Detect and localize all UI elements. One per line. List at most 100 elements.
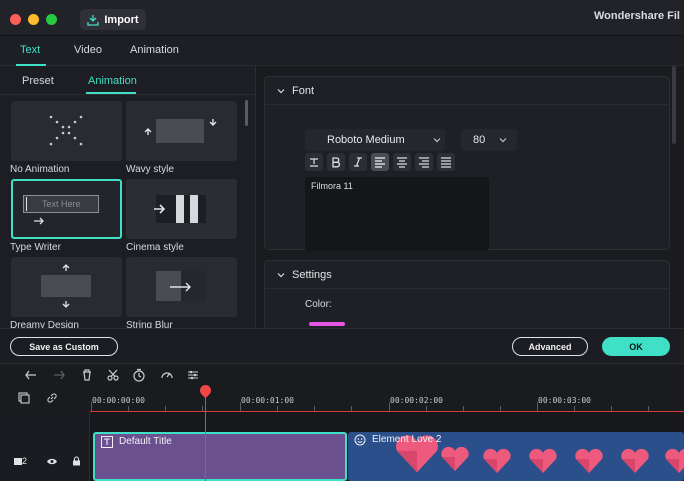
font-family-dropdown[interactable]: Roboto Medium: [305, 129, 445, 151]
element-clip-icon: [354, 434, 366, 446]
settings-section-header[interactable]: Settings: [265, 261, 669, 289]
tab-video[interactable]: Video: [74, 44, 102, 56]
preset-cinema-style[interactable]: [126, 179, 237, 239]
redo-icon[interactable]: [52, 368, 66, 382]
track-video-icon: [14, 458, 22, 465]
timeline-tracks: 2 Default Title Element Love 2: [0, 412, 684, 481]
properties-scrollbar[interactable]: [672, 66, 676, 144]
timeline-ruler[interactable]: 00:00:00:00 00:00:01:00 00:00:02:00 00:0…: [0, 386, 684, 412]
chevron-down-icon: [499, 138, 507, 143]
title-bar: Import Wondershare Fil: [0, 0, 684, 36]
heart-icon: [665, 448, 684, 473]
text-style-button[interactable]: [305, 153, 323, 171]
align-left-icon: [375, 157, 385, 168]
timecode: 00:00:03:00: [538, 396, 591, 405]
section-title: Font: [292, 85, 315, 97]
preset-label: String Blur: [126, 320, 173, 328]
font-size-dropdown[interactable]: 80: [461, 129, 517, 151]
text-content: Filmora 11: [311, 181, 353, 191]
import-icon: [87, 14, 100, 26]
heart-icon: [621, 448, 649, 473]
preset-dreamy-design[interactable]: [11, 257, 122, 317]
undo-icon[interactable]: [24, 368, 38, 382]
text-style-icon: [310, 158, 318, 167]
minimize-window-button[interactable]: [28, 14, 39, 25]
preset-label: Wavy style: [126, 164, 174, 175]
preset-label: No Animation: [10, 164, 70, 175]
scissors-icon[interactable]: [106, 368, 120, 382]
preview-text: Text Here: [42, 199, 81, 209]
timecode: 00:00:01:00: [241, 396, 294, 405]
save-as-custom-button[interactable]: Save as Custom: [10, 337, 118, 356]
preset-type-writer[interactable]: Text Here: [11, 179, 122, 239]
preset-label: Dreamy Design: [10, 320, 79, 328]
import-button[interactable]: Import: [80, 9, 146, 30]
justify-button[interactable]: [437, 153, 455, 171]
playhead-line: [205, 392, 206, 481]
timer-icon[interactable]: [132, 368, 146, 382]
cinema-style-icon: [154, 195, 206, 223]
clip-label: Default Title: [119, 436, 172, 447]
timeline-toolbar: [0, 364, 684, 386]
font-section: Font Roboto Medium 80 Filmora 11: [264, 76, 670, 251]
justify-icon: [441, 157, 451, 168]
font-size-value: 80: [473, 134, 486, 146]
text-input-area[interactable]: Filmora 11: [305, 177, 489, 251]
color-picker-swatch[interactable]: [309, 322, 345, 326]
lock-icon[interactable]: [72, 456, 81, 466]
heart-icon: [441, 446, 469, 471]
text-clip-icon: [101, 436, 113, 448]
settings-section: Settings Color:: [264, 260, 670, 330]
italic-icon: [354, 157, 362, 167]
string-blur-icon: [156, 271, 206, 301]
clip-label: Element Love 2: [372, 434, 442, 445]
bold-button[interactable]: [327, 153, 345, 171]
trash-icon[interactable]: [80, 368, 94, 382]
preset-scrollbar[interactable]: [245, 100, 248, 126]
bold-icon: [332, 157, 340, 168]
title-clip[interactable]: Default Title: [93, 432, 347, 481]
align-left-button[interactable]: [371, 153, 389, 171]
maximize-window-button[interactable]: [46, 14, 57, 25]
element-clip[interactable]: Element Love 2: [348, 432, 684, 481]
arrow-right-icon: [34, 217, 44, 225]
italic-button[interactable]: [349, 153, 367, 171]
top-tab-bar: Text Video Animation: [0, 36, 684, 66]
add-track-icon[interactable]: [18, 392, 30, 404]
close-window-button[interactable]: [10, 14, 21, 25]
subtab-animation[interactable]: Animation: [88, 75, 137, 87]
wavy-style-icon: [144, 119, 217, 143]
preset-label: Cinema style: [126, 242, 184, 253]
tab-text[interactable]: Text: [20, 44, 40, 56]
preset-label: Type Writer: [10, 242, 61, 253]
no-animation-icon: [49, 115, 83, 146]
chevron-down-icon: [433, 138, 441, 143]
ok-button[interactable]: OK: [602, 337, 670, 356]
eye-icon[interactable]: [46, 457, 58, 466]
link-icon[interactable]: [46, 392, 58, 404]
subtab-preset[interactable]: Preset: [22, 75, 54, 87]
animation-preset-panel: Preset Animation No Animation Wavy style…: [0, 66, 256, 328]
preview-text-box: Text Here: [23, 195, 99, 213]
chevron-down-icon: [277, 89, 285, 94]
track-number: 2: [22, 456, 28, 466]
track-header: 2: [0, 412, 90, 481]
heart-icon: [575, 448, 603, 473]
text-cursor: [26, 197, 27, 211]
speed-ramp-icon[interactable]: [160, 368, 174, 382]
tab-animation[interactable]: Animation: [130, 44, 179, 56]
align-right-button[interactable]: [415, 153, 433, 171]
heart-icon: [529, 448, 557, 473]
heart-icon: [483, 448, 511, 473]
adjust-sliders-icon[interactable]: [186, 368, 200, 382]
align-center-button[interactable]: [393, 153, 411, 171]
preset-string-blur[interactable]: [126, 257, 237, 317]
font-section-header[interactable]: Font: [265, 77, 669, 105]
chevron-down-icon: [277, 273, 285, 278]
timecode: 00:00:02:00: [390, 396, 443, 405]
preset-wavy-style[interactable]: [126, 101, 237, 161]
advanced-button[interactable]: Advanced: [512, 337, 588, 356]
preset-no-animation[interactable]: [11, 101, 122, 161]
divider: [0, 94, 255, 95]
section-title: Settings: [292, 269, 332, 281]
